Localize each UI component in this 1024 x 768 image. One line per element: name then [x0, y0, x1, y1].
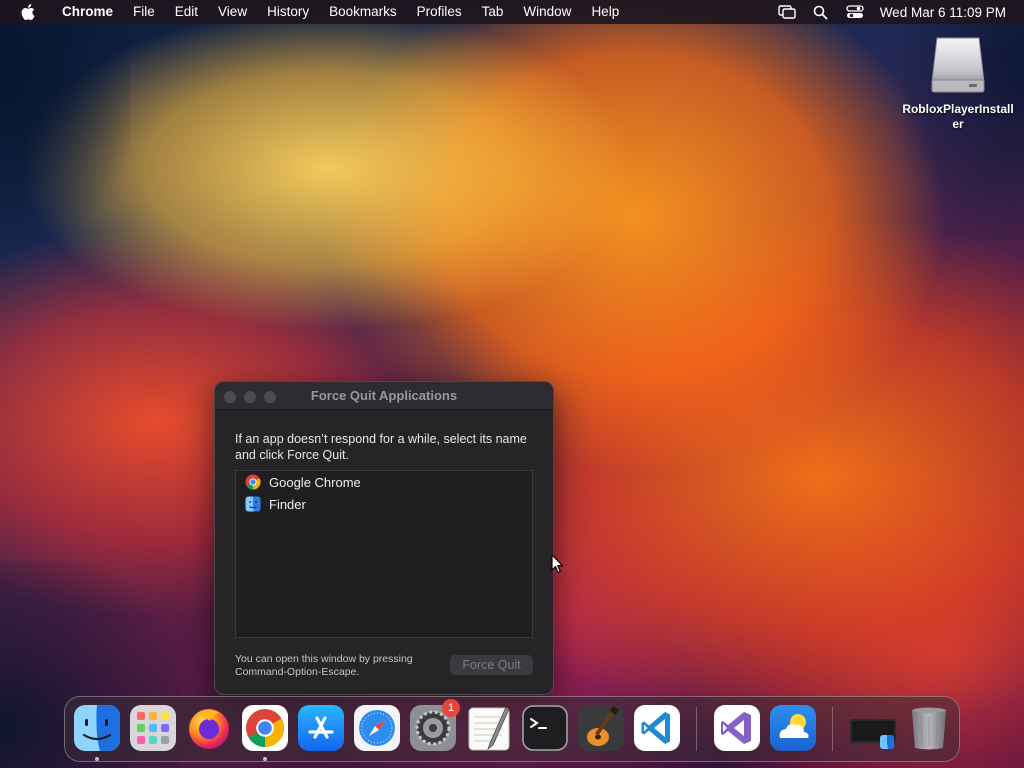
wallpaper-shade-left — [0, 0, 130, 240]
dock-weather[interactable] — [770, 705, 816, 751]
dock-google-chrome[interactable] — [242, 705, 288, 751]
running-indicator — [95, 757, 99, 761]
textedit-icon — [468, 706, 510, 751]
dock-trash[interactable] — [906, 705, 952, 751]
desktop-file-label: RobloxPlayerInstaller — [902, 102, 1014, 131]
force-quit-button[interactable]: Force Quit — [450, 655, 533, 675]
chrome-icon — [242, 705, 288, 751]
terminal-icon — [522, 705, 568, 751]
menu-window[interactable]: Window — [513, 0, 581, 24]
menu-history[interactable]: History — [257, 0, 319, 24]
dock-launchpad[interactable] — [130, 705, 176, 751]
app-name: Finder — [269, 496, 306, 512]
app-list[interactable]: Google Chrome Finder — [235, 470, 533, 638]
visual-studio-icon — [714, 705, 760, 751]
app-name: Google Chrome — [269, 474, 361, 490]
menu-bar-clock[interactable]: Wed Mar 6 11:09 PM — [872, 5, 1024, 20]
force-quit-instructions: If an app doesn’t respond for a while, s… — [235, 432, 527, 462]
apple-menu-icon[interactable] — [18, 4, 38, 20]
control-center-icon[interactable] — [844, 4, 866, 20]
running-indicator — [263, 757, 267, 761]
notification-badge: 1 — [442, 699, 460, 717]
vscode-icon — [634, 705, 680, 751]
finder-icon — [245, 496, 261, 512]
menu-app-name[interactable]: Chrome — [52, 0, 123, 24]
launchpad-icon — [130, 705, 176, 751]
dock-downloads-stack[interactable] — [850, 705, 896, 751]
desktop-file-roblox-installer[interactable]: RobloxPlayerInstaller — [898, 34, 1018, 132]
weather-icon — [770, 705, 816, 751]
dock-finder[interactable] — [74, 705, 120, 751]
firefox-icon — [189, 709, 229, 749]
garageband-icon — [578, 705, 624, 751]
list-item-google-chrome[interactable]: Google Chrome — [236, 471, 532, 493]
dock-garageband[interactable] — [578, 705, 624, 751]
spotlight-search-icon[interactable] — [810, 4, 832, 20]
list-item-finder[interactable]: Finder — [236, 493, 532, 515]
menu-tab[interactable]: Tab — [472, 0, 514, 24]
shortcut-hint: You can open this window by pressing Com… — [235, 653, 413, 678]
chrome-icon — [245, 474, 261, 490]
dock-textedit[interactable] — [466, 705, 512, 751]
menu-bar-status-area: Wed Mar 6 11:09 PM — [770, 0, 1024, 24]
finder-icon — [74, 705, 120, 751]
dock-firefox[interactable] — [186, 705, 232, 751]
force-quit-window: Force Quit Applications If an app doesn’… — [214, 381, 554, 695]
menu-edit[interactable]: Edit — [165, 0, 208, 24]
trash-icon — [912, 707, 946, 750]
dock: 1 — [64, 696, 960, 762]
window-title: Force Quit Applications — [310, 388, 458, 403]
dock-safari[interactable] — [354, 705, 400, 751]
menu-help[interactable]: Help — [581, 0, 629, 24]
dock-system-settings[interactable]: 1 — [410, 699, 460, 751]
safari-icon — [354, 705, 400, 751]
app-store-icon — [298, 705, 344, 751]
disk-image-icon — [929, 34, 987, 96]
menu-bookmarks[interactable]: Bookmarks — [319, 0, 407, 24]
menu-view[interactable]: View — [208, 0, 257, 24]
dock-terminal[interactable] — [522, 705, 568, 751]
dock-separator — [832, 707, 833, 751]
window-titlebar[interactable]: Force Quit Applications — [215, 382, 553, 410]
mouse-cursor-icon — [551, 554, 565, 574]
dock-visual-studio-code[interactable] — [634, 705, 680, 751]
screen-mirroring-icon[interactable] — [776, 4, 798, 20]
downloads-stack-icon — [850, 719, 896, 749]
menu-profiles[interactable]: Profiles — [407, 0, 472, 24]
menu-file[interactable]: File — [123, 0, 165, 24]
dock-separator — [696, 707, 697, 751]
dock-app-store[interactable] — [298, 705, 344, 751]
dock-visual-studio[interactable] — [714, 705, 760, 751]
menu-bar: Chrome File Edit View History Bookmarks … — [0, 0, 1024, 24]
